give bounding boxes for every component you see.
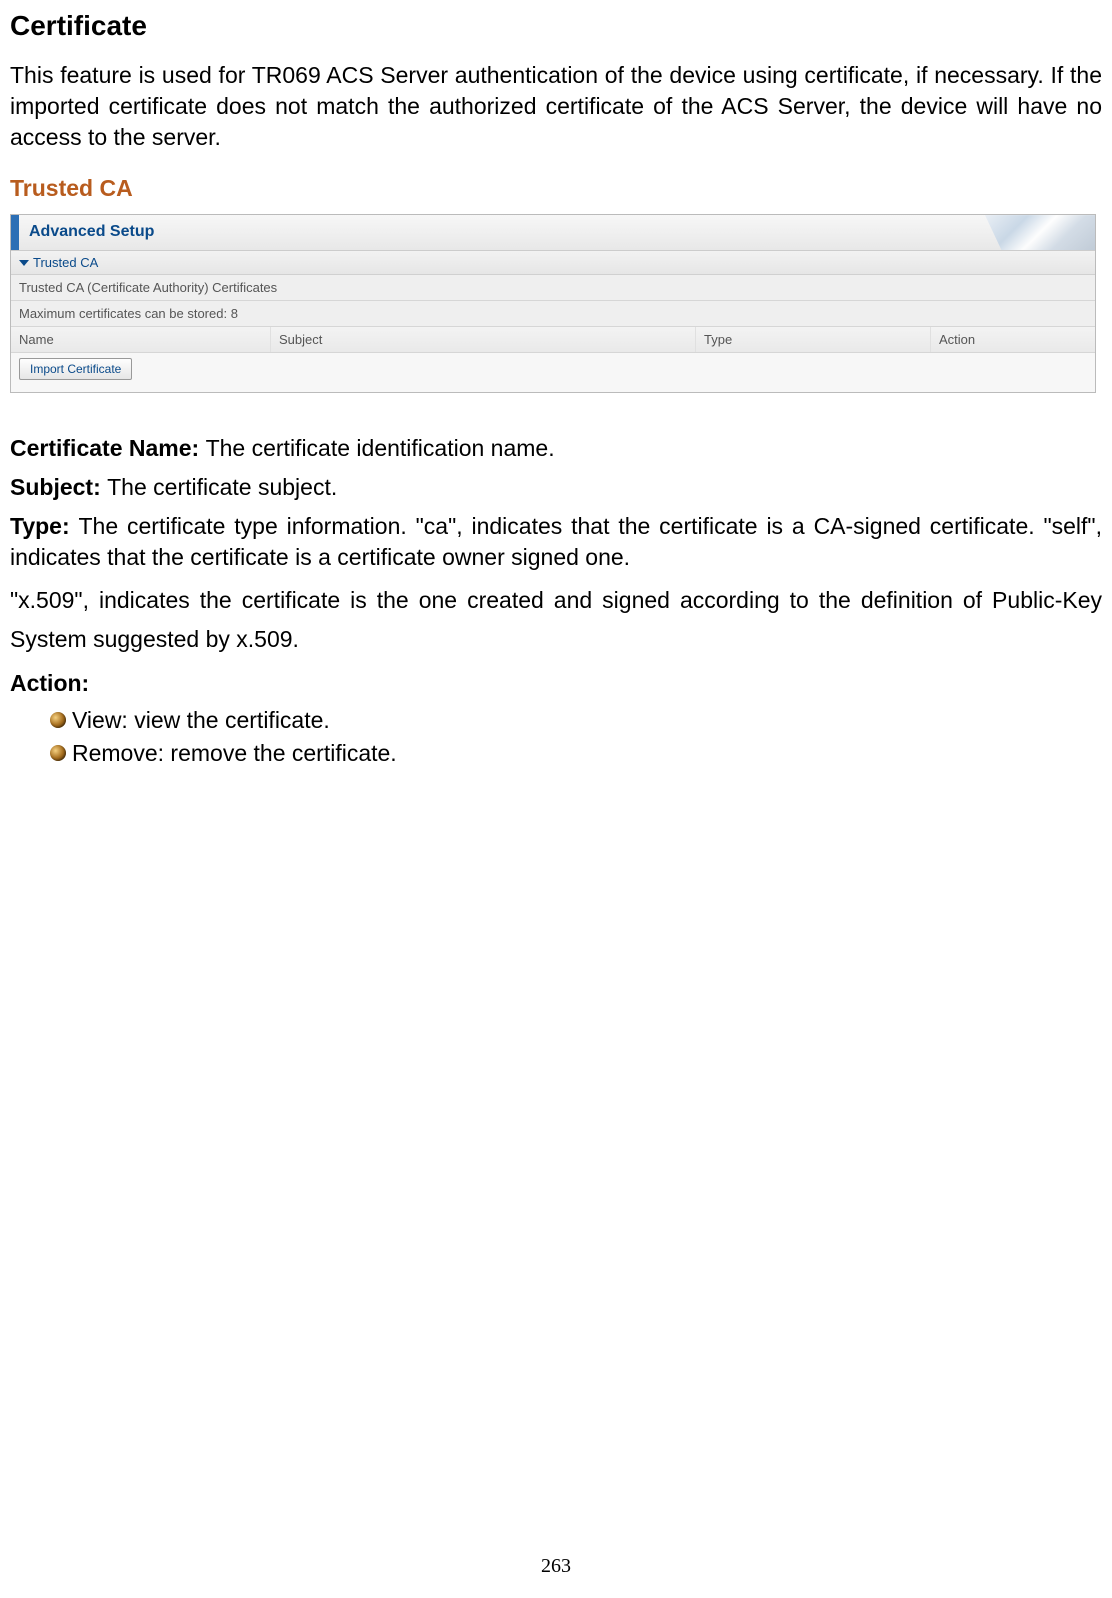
action-remove: Remove: remove the certificate. bbox=[50, 740, 1102, 767]
intro-paragraph: This feature is used for TR069 ACS Serve… bbox=[10, 60, 1102, 153]
subject-desc: The certificate subject. bbox=[107, 474, 337, 500]
action-list: View: view the certificate. Remove: remo… bbox=[10, 707, 1102, 767]
embedded-screenshot: Advanced Setup Trusted CA Trusted CA (Ce… bbox=[10, 214, 1096, 393]
action-remove-text: Remove: remove the certificate. bbox=[72, 740, 397, 767]
action-view-text: View: view the certificate. bbox=[72, 707, 330, 734]
cert-name-field: Certificate Name: The certificate identi… bbox=[10, 433, 1102, 464]
field-definitions: Certificate Name: The certificate identi… bbox=[10, 433, 1102, 766]
info-row-max: Maximum certificates can be stored: 8 bbox=[11, 301, 1095, 327]
action-field: Action: bbox=[10, 668, 1102, 699]
col-type: Type bbox=[696, 327, 931, 352]
chevron-down-icon bbox=[19, 260, 29, 266]
page-number: 263 bbox=[0, 1555, 1112, 1578]
type-label: Type: bbox=[10, 513, 79, 539]
cert-name-desc: The certificate identification name. bbox=[206, 435, 555, 461]
advanced-setup-bar: Advanced Setup bbox=[11, 215, 1095, 251]
trusted-ca-label: Trusted CA bbox=[33, 255, 98, 270]
cert-name-label: Certificate Name: bbox=[10, 435, 206, 461]
bullet-icon bbox=[50, 745, 66, 761]
subject-field: Subject: The certificate subject. bbox=[10, 472, 1102, 503]
bullet-icon bbox=[50, 712, 66, 728]
action-label: Action: bbox=[10, 670, 89, 696]
header-decoration bbox=[985, 215, 1095, 250]
cert-table-header: Name Subject Type Action bbox=[11, 327, 1095, 353]
type-field: Type: The certificate type information. … bbox=[10, 511, 1102, 573]
info-row-title: Trusted CA (Certificate Authority) Certi… bbox=[11, 275, 1095, 301]
col-subject: Subject bbox=[271, 327, 696, 352]
trusted-ca-section[interactable]: Trusted CA bbox=[11, 251, 1095, 275]
trusted-ca-heading: Trusted CA bbox=[10, 175, 1102, 202]
import-certificate-button[interactable]: Import Certificate bbox=[19, 358, 132, 380]
button-row: Import Certificate bbox=[11, 353, 1095, 392]
col-action: Action bbox=[931, 327, 1095, 352]
col-name: Name bbox=[11, 327, 271, 352]
x509-field: "x.509", indicates the certificate is th… bbox=[10, 581, 1102, 659]
accent-stripe bbox=[11, 215, 19, 250]
page-heading: Certificate bbox=[10, 10, 1102, 42]
type-desc: The certificate type information. "ca", … bbox=[10, 513, 1102, 570]
subject-label: Subject: bbox=[10, 474, 107, 500]
advanced-setup-label: Advanced Setup bbox=[19, 215, 985, 250]
action-view: View: view the certificate. bbox=[50, 707, 1102, 734]
